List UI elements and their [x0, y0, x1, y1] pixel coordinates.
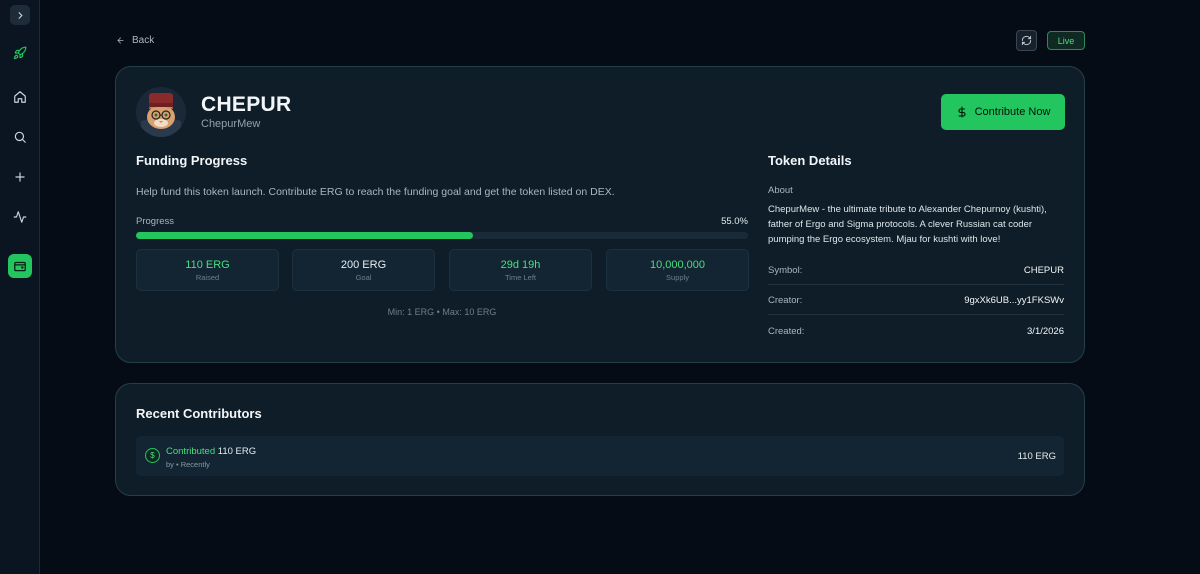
refresh-button[interactable] [1016, 30, 1037, 51]
stat-label: Goal [355, 273, 372, 282]
stat-goal: 200 ERG Goal [292, 249, 435, 291]
stat-value: 29d 19h [500, 259, 541, 271]
about-label: About [768, 185, 793, 196]
back-label: Back [132, 35, 155, 46]
plus-icon [15, 172, 25, 182]
dollar-icon: $ [145, 448, 160, 463]
detail-key: Created: [768, 326, 805, 337]
contribution-action: Contributed [166, 446, 216, 457]
recent-contributors-title: Recent Contributors [136, 406, 262, 421]
rocket-icon [13, 46, 27, 60]
detail-key: Symbol: [768, 265, 803, 276]
token-name: CHEPUR [201, 93, 292, 116]
dollar-icon [958, 106, 966, 118]
recent-contributors-card: Recent Contributors $ Contributed 110 ER… [115, 383, 1085, 496]
contribution-limits: Min: 1 ERG • Max: 10 ERG [387, 307, 497, 317]
list-item: $ Contributed 110 ERG by • Recently 110 … [136, 436, 1064, 476]
back-link[interactable]: Back [116, 35, 154, 46]
contribute-now-label: Contribute Now [974, 106, 1051, 118]
funding-description: Help fund this token launch. Contribute … [136, 186, 615, 198]
detail-value: 3/1/2026 [1027, 326, 1064, 337]
sidebar [0, 0, 40, 574]
sidebar-item-launch[interactable] [8, 41, 32, 65]
contribution-amount: 110 ERG [1017, 451, 1056, 462]
search-icon [14, 131, 26, 143]
stat-time-left: 29d 19h Time Left [449, 249, 592, 291]
sidebar-item-home[interactable] [8, 85, 32, 109]
stat-label: Supply [666, 273, 689, 282]
token-details-title: Token Details [768, 153, 852, 168]
progress-bar-fill [136, 232, 473, 239]
sidebar-toggle-button[interactable] [10, 5, 30, 25]
detail-row-creator: Creator: 9gxXk6UB...yy1FKSWv [768, 291, 1064, 315]
detail-key: Creator: [768, 295, 803, 306]
contribution-meta: by • Recently [166, 460, 210, 469]
detail-value[interactable]: 9gxXk6UB...yy1FKSWv [964, 295, 1064, 306]
funding-progress-title: Funding Progress [136, 153, 248, 168]
detail-row-created: Created: 3/1/2026 [768, 322, 1064, 346]
progress-label: Progress [136, 216, 175, 227]
stat-raised: 110 ERG Raised [136, 249, 279, 291]
stat-label: Time Left [505, 273, 536, 282]
wallet-icon [14, 261, 26, 272]
token-card: CHEPUR ChepurMew Contribute Now Funding … [115, 66, 1085, 363]
stat-value: 110 ERG [185, 259, 230, 271]
activity-icon [13, 211, 27, 223]
token-ticker: ChepurMew [201, 118, 261, 130]
stat-value: 200 ERG [340, 259, 387, 271]
contribution-summary: Contributed 110 ERG [166, 446, 256, 457]
chevron-right-icon [18, 11, 22, 19]
token-avatar [136, 87, 186, 137]
contribution-amount-text: 110 ERG [217, 446, 257, 457]
sidebar-item-search[interactable] [8, 125, 32, 149]
arrow-left-icon [117, 37, 124, 44]
sidebar-item-create[interactable] [8, 165, 32, 189]
detail-row-symbol: Symbol: CHEPUR [768, 261, 1064, 285]
live-badge[interactable]: Live [1047, 31, 1085, 50]
sidebar-item-activity[interactable] [8, 205, 32, 229]
sidebar-item-wallet[interactable] [8, 254, 32, 278]
contribute-now-button[interactable]: Contribute Now [941, 94, 1065, 130]
about-text: ChepurMew - the ultimate tribute to Alex… [768, 204, 1047, 245]
stat-label: Raised [195, 273, 220, 282]
stat-supply: 10,000,000 Supply [606, 249, 749, 291]
home-icon [14, 91, 26, 103]
progress-percent: 55.0% [721, 216, 748, 227]
progress-bar [136, 232, 748, 239]
live-label: Live [1057, 35, 1075, 46]
stat-value: 10,000,000 [649, 259, 706, 271]
detail-value: CHEPUR [1023, 265, 1064, 276]
refresh-icon [1021, 35, 1032, 46]
